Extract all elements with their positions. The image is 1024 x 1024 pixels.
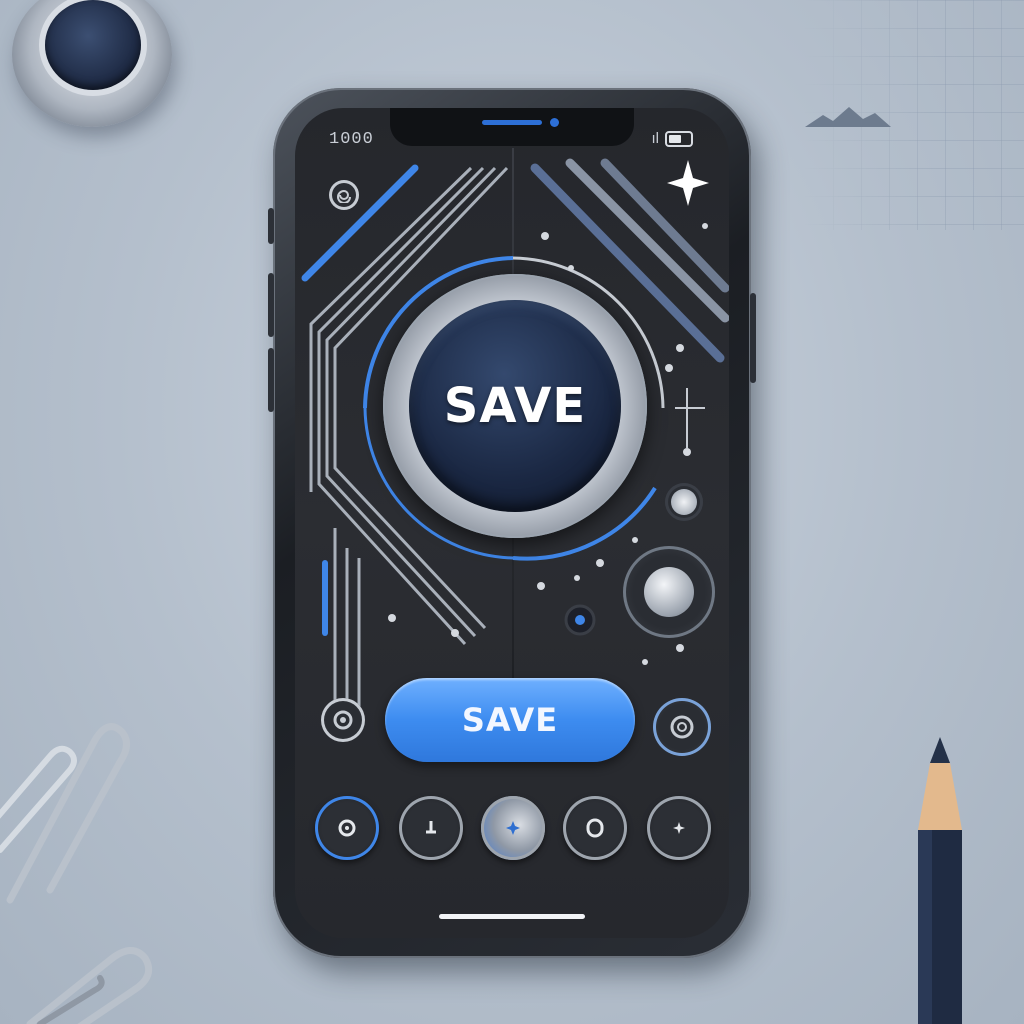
nav-download-button[interactable] (399, 796, 463, 860)
mountain-graphic (805, 107, 891, 127)
small-knob[interactable] (665, 483, 703, 521)
star-icon (506, 821, 520, 835)
save-button[interactable]: SAVE (385, 678, 635, 762)
nav-circle-button[interactable] (563, 796, 627, 860)
volume-up-button[interactable] (268, 208, 274, 244)
paper-clip (26, 947, 153, 1024)
phone-screen: 1000 ıl SAVE SAVE (295, 108, 729, 938)
star-icon (673, 822, 685, 834)
paper-clip (0, 723, 130, 904)
target-icon (338, 819, 356, 837)
pencil (918, 737, 962, 1024)
focus-icon[interactable] (653, 698, 711, 756)
spiral-icon[interactable] (329, 180, 359, 210)
dial-cap (644, 567, 694, 617)
knob-center (45, 0, 141, 90)
main-save-button[interactable]: SAVE (383, 274, 647, 538)
main-save-button-face: SAVE (409, 300, 621, 512)
home-indicator[interactable] (439, 914, 585, 919)
target-icon[interactable] (321, 698, 365, 742)
circle-icon (586, 818, 604, 838)
knob-cap (671, 489, 697, 515)
power-button[interactable] (750, 293, 756, 383)
dial-control[interactable] (623, 546, 715, 638)
nav-star-button[interactable] (481, 796, 545, 860)
arrow-down-icon (426, 821, 436, 834)
metal-knob (12, 0, 172, 127)
save-button-label: SAVE (461, 701, 559, 739)
phone: 1000 ıl SAVE SAVE (268, 88, 756, 958)
nav-sparkle-button[interactable] (647, 796, 711, 860)
main-save-label: SAVE (443, 378, 587, 434)
volume-down-button[interactable] (268, 273, 274, 337)
nav-target-button[interactable] (315, 796, 379, 860)
mute-switch[interactable] (268, 348, 274, 412)
sparkle-icon (667, 160, 709, 206)
